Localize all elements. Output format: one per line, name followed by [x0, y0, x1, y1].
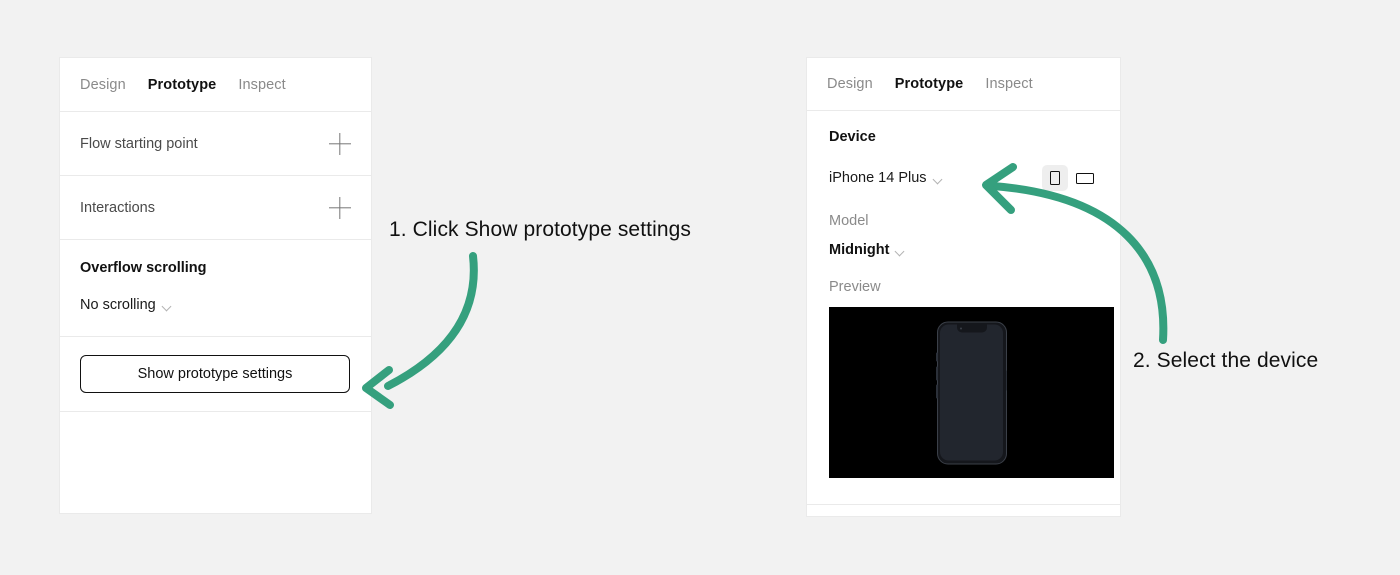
tab-design[interactable]: Design — [80, 77, 126, 93]
phone-volume-button — [935, 384, 938, 398]
plus-icon[interactable] — [329, 133, 351, 155]
model-select-value: Midnight — [829, 242, 890, 258]
right-panel-tabs: Design Prototype Inspect — [807, 58, 1120, 111]
annotation-step-2: 2. Select the device — [1133, 349, 1319, 372]
show-prototype-settings-area: Show prototype settings — [60, 337, 371, 412]
interactions-label: Interactions — [80, 199, 155, 216]
preview-label: Preview — [829, 279, 881, 295]
tab-prototype[interactable]: Prototype — [148, 77, 217, 93]
right-panel-footer-strip — [806, 505, 1121, 517]
phone-power-button — [1005, 370, 1008, 390]
arrow-1-shaft — [384, 252, 478, 390]
portrait-orientation-icon — [1050, 171, 1060, 185]
overflow-scrolling-section: Overflow scrolling No scrolling — [60, 240, 371, 337]
overflow-scrolling-select[interactable]: No scrolling — [80, 297, 172, 313]
phone-volume-button — [935, 352, 938, 361]
device-select[interactable]: iPhone 14 Plus — [829, 170, 943, 186]
tab-prototype[interactable]: Prototype — [895, 76, 964, 92]
device-heading: Device — [829, 129, 876, 145]
annotation-step-1: 1. Click Show prototype settings — [389, 218, 692, 241]
landscape-orientation-icon — [1076, 172, 1094, 184]
phone-mockup — [935, 321, 1008, 464]
phone-screen — [940, 324, 1003, 461]
portrait-orientation-button[interactable] — [1042, 165, 1068, 191]
flow-starting-point-label: Flow starting point — [80, 135, 198, 152]
chevron-down-icon — [163, 302, 172, 311]
tab-inspect[interactable]: Inspect — [238, 77, 285, 93]
device-row: iPhone 14 Plus — [829, 165, 1098, 191]
orientation-toggle-group — [1042, 165, 1098, 191]
chevron-down-icon — [896, 247, 905, 256]
device-select-value: iPhone 14 Plus — [829, 170, 927, 186]
left-prototype-panel: Design Prototype Inspect Flow starting p… — [59, 57, 372, 514]
tab-design[interactable]: Design — [827, 76, 873, 92]
left-panel-tabs: Design Prototype Inspect — [60, 58, 371, 112]
landscape-orientation-button[interactable] — [1072, 165, 1098, 191]
screenshot-root: Design Prototype Inspect Flow starting p… — [0, 0, 1400, 575]
model-label: Model — [829, 213, 869, 229]
tab-inspect[interactable]: Inspect — [985, 76, 1032, 92]
device-preview — [829, 307, 1114, 478]
overflow-scrolling-title: Overflow scrolling — [80, 260, 207, 276]
model-block: Model Midnight — [829, 213, 1098, 259]
interactions-row: Interactions — [60, 176, 371, 240]
right-prototype-panel: Design Prototype Inspect Device iPhone 1… — [806, 57, 1121, 505]
phone-volume-button — [935, 366, 938, 380]
overflow-scrolling-value: No scrolling — [80, 297, 156, 313]
plus-icon[interactable] — [329, 197, 351, 219]
model-select[interactable]: Midnight — [829, 242, 905, 258]
chevron-down-icon — [934, 175, 943, 184]
right-panel-body: Device iPhone 14 Plus Model Midnight Pre… — [807, 111, 1120, 478]
phone-camera-dot — [959, 327, 962, 329]
flow-starting-point-row: Flow starting point — [60, 112, 371, 176]
show-prototype-settings-button[interactable]: Show prototype settings — [80, 355, 350, 393]
